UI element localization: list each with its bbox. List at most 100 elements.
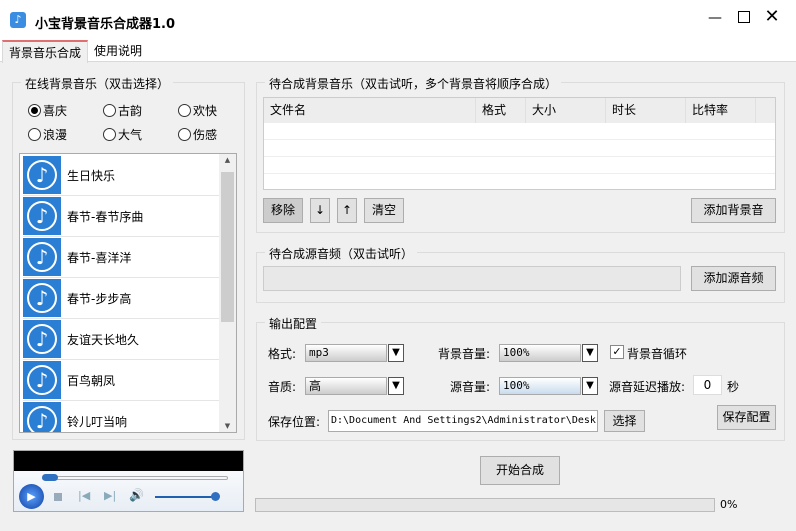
loop-checkbox[interactable]: ✓ xyxy=(610,345,624,359)
window-title: 小宝背景音乐合成器1.0 xyxy=(35,17,176,32)
category-label: 大气 xyxy=(118,128,143,142)
move-down-button[interactable]: ↓ xyxy=(310,198,330,223)
source-audio-field[interactable] xyxy=(263,266,681,291)
list-item[interactable]: ♪ 春节-步步高 xyxy=(23,278,220,319)
radio-icon[interactable] xyxy=(28,128,41,141)
radio-icon[interactable] xyxy=(28,104,41,117)
add-source-button[interactable]: 添加源音频 xyxy=(691,266,776,291)
category-label: 欢快 xyxy=(193,104,218,118)
scroll-down-icon[interactable]: ▼ xyxy=(219,422,236,430)
remove-button[interactable]: 移除 xyxy=(263,198,303,223)
clear-button[interactable]: 清空 xyxy=(364,198,404,223)
next-icon[interactable]: ▶| xyxy=(104,489,116,502)
category-radio[interactable]: 古韵 xyxy=(103,102,142,119)
column-filename[interactable]: 文件名 xyxy=(264,98,476,123)
volume-icon[interactable]: 🔊 xyxy=(129,488,144,502)
radio-icon[interactable] xyxy=(103,128,116,141)
column-size[interactable]: 大小 xyxy=(526,98,606,123)
category-radio[interactable]: 大气 xyxy=(103,126,142,143)
save-path-input[interactable]: D:\Document And Settings2\Administrator\… xyxy=(328,410,598,432)
loop-label: 背景音循环 xyxy=(627,347,688,361)
category-radio[interactable]: 浪漫 xyxy=(28,126,67,143)
delay-label: 源音延迟播放: xyxy=(609,380,686,394)
seek-bar[interactable] xyxy=(42,476,228,480)
music-note-icon: ♪ xyxy=(23,320,61,358)
tab-strip: 背景音乐合成 使用说明 xyxy=(0,40,796,63)
tab-synthesis[interactable]: 背景音乐合成 xyxy=(2,40,89,63)
song-title: 生日快乐 xyxy=(67,168,116,183)
category-radio[interactable]: 伤感 xyxy=(178,126,217,143)
app-icon: ♪ xyxy=(10,12,26,28)
group-title: 待合成背景音乐（双击试听，多个背景音将顺序合成） xyxy=(265,75,562,92)
scroll-thumb[interactable] xyxy=(221,172,234,322)
music-note-icon: ♪ xyxy=(23,238,61,276)
add-background-button[interactable]: 添加背景音 xyxy=(691,198,776,223)
category-label: 古韵 xyxy=(118,104,143,118)
tab-help[interactable]: 使用说明 xyxy=(88,40,148,62)
scroll-up-icon[interactable]: ▲ xyxy=(219,156,236,164)
chevron-down-icon[interactable]: ▼ xyxy=(582,344,598,362)
table-header: 文件名 格式 大小 时长 比特率 xyxy=(264,98,775,123)
close-button[interactable]: ✕ xyxy=(762,6,782,27)
song-title: 春节-春节序曲 xyxy=(67,209,144,224)
radio-icon[interactable] xyxy=(178,104,191,117)
maximize-button[interactable] xyxy=(738,11,750,23)
quality-label: 音质: xyxy=(268,380,297,394)
chevron-down-icon[interactable]: ▼ xyxy=(582,377,598,395)
previous-icon[interactable]: |◀ xyxy=(78,489,90,502)
seconds-label: 秒 xyxy=(727,380,740,394)
title-bar: ♪ 小宝背景音乐合成器1.0 — ✕ xyxy=(0,0,796,40)
column-duration[interactable]: 时长 xyxy=(606,98,686,123)
list-item[interactable]: ♪ 春节-喜洋洋 xyxy=(23,237,220,278)
column-bitrate[interactable]: 比特率 xyxy=(686,98,756,123)
song-list[interactable]: ♪ 生日快乐 ♪ 春节-春节序曲 ♪ 春节-喜洋洋 ♪ 春节-步步高 ♪ 友谊天长地久 ♪ 百鸟朝凤 ♪… xyxy=(19,153,237,433)
category-label: 喜庆 xyxy=(43,104,68,118)
music-note-icon: ♪ xyxy=(23,197,61,235)
format-select[interactable]: mp3 xyxy=(305,344,387,362)
save-path-label: 保存位置: xyxy=(268,415,321,429)
delay-input[interactable]: 0 xyxy=(693,375,722,395)
chevron-down-icon[interactable]: ▼ xyxy=(388,377,404,395)
chevron-down-icon[interactable]: ▼ xyxy=(388,344,404,362)
progress-bar xyxy=(255,498,715,512)
list-item[interactable]: ♪ 春节-春节序曲 xyxy=(23,196,220,237)
category-label: 伤感 xyxy=(193,128,218,142)
song-title: 春节-步步高 xyxy=(67,291,132,306)
play-button[interactable]: ▶ xyxy=(19,484,44,509)
group-title: 待合成源音频（双击试听） xyxy=(265,245,418,262)
start-button[interactable]: 开始合成 xyxy=(480,456,560,485)
minimize-button[interactable]: — xyxy=(705,10,725,26)
list-item[interactable]: ♪ 友谊天长地久 xyxy=(23,319,220,360)
column-format[interactable]: 格式 xyxy=(476,98,526,123)
music-note-icon: ♪ xyxy=(23,279,61,317)
scrollbar[interactable]: ▲ ▼ xyxy=(219,154,236,432)
source-volume-label: 源音量: xyxy=(450,380,491,394)
move-up-button[interactable]: ↑ xyxy=(337,198,357,223)
radio-icon[interactable] xyxy=(178,128,191,141)
category-radio[interactable]: 喜庆 xyxy=(28,102,67,119)
choose-path-button[interactable]: 选择 xyxy=(604,410,645,432)
media-player: ▶ |◀ ▶| 🔊 xyxy=(13,450,244,512)
bg-volume-select[interactable]: 100% xyxy=(499,344,581,362)
list-item[interactable]: ♪ 百鸟朝凤 xyxy=(23,360,220,401)
music-note-icon: ♪ xyxy=(23,402,61,432)
quality-select[interactable]: 高 xyxy=(305,377,387,395)
save-config-button[interactable]: 保存配置 xyxy=(717,405,776,430)
list-item[interactable]: ♪ 生日快乐 xyxy=(23,155,220,196)
radio-icon[interactable] xyxy=(103,104,116,117)
song-title: 春节-喜洋洋 xyxy=(67,250,132,265)
volume-thumb[interactable] xyxy=(211,492,220,501)
music-note-icon: ♪ xyxy=(23,361,61,399)
music-note-icon: ♪ xyxy=(23,156,61,194)
source-volume-select[interactable]: 100% xyxy=(499,377,581,395)
format-label: 格式: xyxy=(268,347,297,361)
song-title: 友谊天长地久 xyxy=(67,332,140,347)
background-music-table[interactable]: 文件名 格式 大小 时长 比特率 xyxy=(263,97,776,190)
stop-icon[interactable] xyxy=(54,493,62,501)
volume-slider[interactable] xyxy=(155,496,217,498)
song-title: 铃儿叮当响 xyxy=(67,414,128,429)
list-item[interactable]: ♪ 铃儿叮当响 xyxy=(23,401,220,432)
category-radio[interactable]: 欢快 xyxy=(178,102,217,119)
seek-thumb[interactable] xyxy=(42,474,58,481)
song-title: 百鸟朝凤 xyxy=(67,373,116,388)
